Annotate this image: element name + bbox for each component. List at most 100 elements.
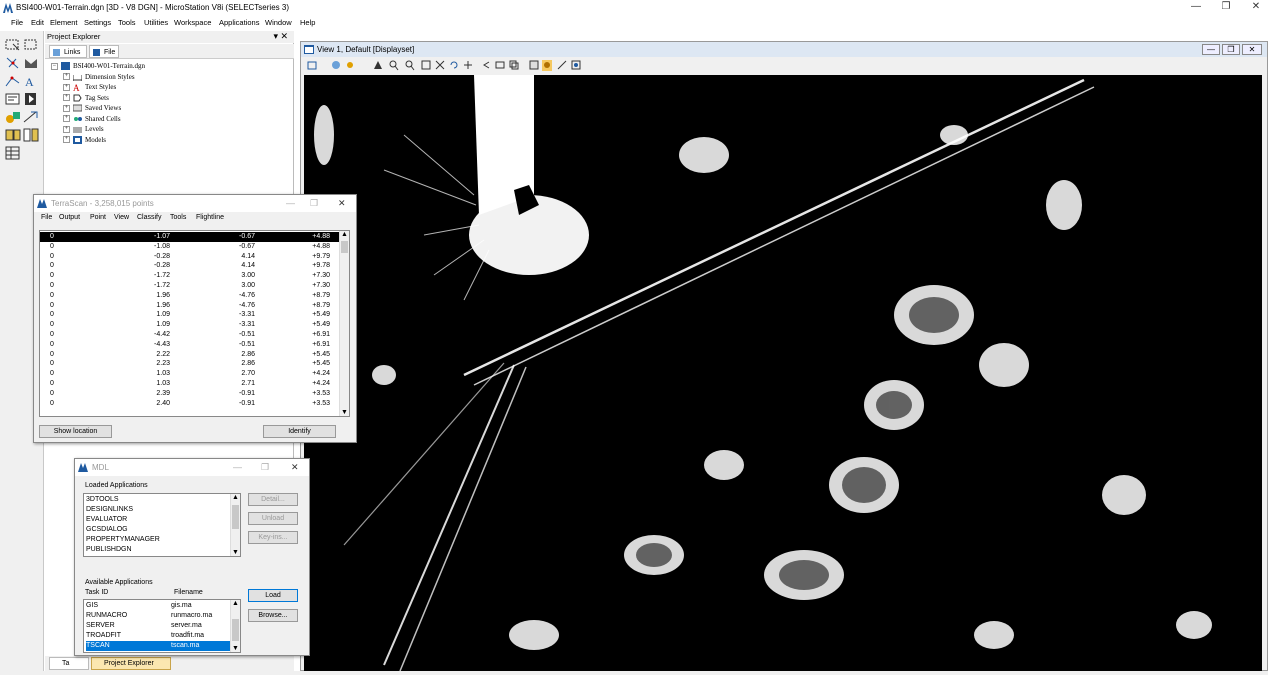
terrascan-maximize-button[interactable]: ❐ <box>310 195 318 212</box>
element-selection-icon[interactable] <box>4 37 22 53</box>
mdl-minimize-button[interactable]: — <box>233 459 242 476</box>
menu-element[interactable]: Element <box>50 18 78 27</box>
fence-icon[interactable] <box>22 37 40 53</box>
window-area-icon[interactable] <box>421 60 431 71</box>
clip-volume-icon[interactable] <box>529 60 539 71</box>
point-row[interactable]: 0 -0.28 4.14 +9.79 <box>40 252 340 262</box>
terrascan-close-button[interactable]: ✕ <box>338 195 346 212</box>
camera-icon[interactable] <box>542 60 552 71</box>
point-row[interactable]: 0 1.96 -4.76 +8.79 <box>40 291 340 301</box>
menu-edit[interactable]: Edit <box>31 18 44 27</box>
point-row[interactable]: 0 -1.72 3.00 +7.30 <box>40 271 340 281</box>
menu-window[interactable]: Window <box>265 18 292 27</box>
point-row[interactable]: 0 2.39 -0.91 +3.53 <box>40 389 340 399</box>
place-text-icon[interactable]: A <box>22 73 40 89</box>
ts-menu-flightline[interactable]: Flightline <box>196 214 224 221</box>
available-applications-list[interactable]: GIS gis.ma RUNMACRO runmacro.ma SERVER serv… <box>83 599 241 653</box>
tree-root[interactable]: − BSI400-W01-Terrain.dgn <box>51 61 145 71</box>
ts-menu-output[interactable]: Output <box>59 214 80 221</box>
save-view-icon[interactable] <box>571 60 581 71</box>
list-item[interactable]: 3DTOOLS <box>86 495 226 505</box>
point-row-selected[interactable]: 0 -1.07 -0.67 +4.88 <box>40 232 340 242</box>
copy-view-icon[interactable] <box>509 60 519 71</box>
place-block-icon[interactable] <box>4 91 22 107</box>
ts-menu-file[interactable]: File <box>41 214 52 221</box>
view-maximize-button[interactable]: ❐ <box>1222 44 1240 55</box>
ts-menu-tools[interactable]: Tools <box>170 214 186 221</box>
view-next-icon[interactable] <box>495 60 505 71</box>
point-row[interactable]: 0 -4.42 -0.51 +6.91 <box>40 330 340 340</box>
scroll-down-icon[interactable]: ▼ <box>232 549 239 556</box>
loaded-list-scrollbar[interactable]: ▲ ▼ <box>230 494 240 556</box>
ts-menu-view[interactable]: View <box>114 214 129 221</box>
scroll-thumb[interactable] <box>341 241 348 253</box>
terrascan-minimize-button[interactable]: — <box>286 195 295 212</box>
zoom-out-icon[interactable] <box>405 60 415 71</box>
view-close-button[interactable]: ✕ <box>1242 44 1262 55</box>
menu-workspace[interactable]: Workspace <box>174 18 211 27</box>
scroll-thumb[interactable] <box>232 619 239 641</box>
scroll-up-icon[interactable]: ▲ <box>341 231 348 238</box>
tab-links[interactable]: Links <box>49 45 87 58</box>
tree-item[interactable]: + Levels <box>63 124 104 134</box>
tree-item[interactable]: + Saved Views <box>63 103 121 113</box>
loaded-applications-list[interactable]: 3DTOOLS DESIGNLINKS EVALUATOR GCSDIALOG … <box>83 493 241 557</box>
menu-settings[interactable]: Settings <box>84 18 111 27</box>
scroll-down-icon[interactable]: ▼ <box>232 645 239 652</box>
load-button[interactable]: Load <box>248 589 298 602</box>
table-icon[interactable] <box>4 145 22 161</box>
table-row[interactable]: GIS gis.ma <box>86 601 230 611</box>
measure-icon[interactable] <box>4 127 22 143</box>
minimize-button[interactable]: — <box>1186 1 1206 14</box>
scroll-up-icon[interactable]: ▲ <box>232 494 239 501</box>
menu-tools[interactable]: Tools <box>118 18 136 27</box>
zoom-in-icon[interactable] <box>389 60 399 71</box>
point-row[interactable]: 0 1.09 -3.31 +5.49 <box>40 320 340 330</box>
available-list-scrollbar[interactable]: ▲ ▼ <box>230 600 240 652</box>
maximize-button[interactable]: ❐ <box>1216 1 1236 14</box>
view-attributes-icon[interactable] <box>307 60 317 71</box>
point-row[interactable]: 0 1.09 -3.31 +5.49 <box>40 310 340 320</box>
point-row[interactable]: 0 2.22 2.86 +5.45 <box>40 350 340 360</box>
tree-item[interactable]: + Shared Cells <box>63 114 121 124</box>
mdl-maximize-button[interactable]: ❐ <box>261 459 269 476</box>
tree-item[interactable]: + Models <box>63 135 106 145</box>
menu-applications[interactable]: Applications <box>219 18 259 27</box>
place-shape-icon[interactable] <box>22 55 40 71</box>
place-line-icon[interactable] <box>4 73 22 89</box>
point-row[interactable]: 0 1.03 2.71 +4.24 <box>40 379 340 389</box>
keyins-button[interactable]: Key-ins... <box>248 531 298 544</box>
detail-button[interactable]: Detail... <box>248 493 298 506</box>
point-row[interactable]: 0 -1.08 -0.67 +4.88 <box>40 242 340 252</box>
update-icon[interactable] <box>373 60 383 71</box>
list-item[interactable]: PUBLISHDGN <box>86 545 226 555</box>
view-previous-icon[interactable] <box>481 60 491 71</box>
point-row[interactable]: 0 1.03 2.70 +4.24 <box>40 369 340 379</box>
scroll-up-icon[interactable]: ▲ <box>232 600 239 607</box>
point-row[interactable]: 0 2.40 -0.91 +3.53 <box>40 399 340 409</box>
scroll-down-icon[interactable]: ▼ <box>341 409 348 416</box>
table-row[interactable]: SERVER server.ma <box>86 621 230 631</box>
point-row[interactable]: 0 -4.43 -0.51 +6.91 <box>40 340 340 350</box>
tree-item[interactable]: + Tag Sets <box>63 93 109 103</box>
view-minimize-button[interactable]: — <box>1202 44 1220 55</box>
place-cell-icon[interactable] <box>22 91 40 107</box>
tab-ta[interactable]: Ta <box>49 657 89 670</box>
point-row[interactable]: 0 1.96 -4.76 +8.79 <box>40 301 340 311</box>
close-button[interactable]: ✕ <box>1246 1 1266 14</box>
tab-project-explorer[interactable]: Project Explorer <box>91 657 171 670</box>
unload-button[interactable]: Unload <box>248 512 298 525</box>
point-row[interactable]: 0 2.23 2.86 +5.45 <box>40 359 340 369</box>
point-cloud-canvas[interactable] <box>304 75 1262 671</box>
show-location-button[interactable]: Show location <box>39 425 112 438</box>
ts-menu-point[interactable]: Point <box>90 214 106 221</box>
fit-view-icon[interactable] <box>435 60 445 71</box>
point-row[interactable]: 0 -1.72 3.00 +7.30 <box>40 281 340 291</box>
pan-view-icon[interactable] <box>463 60 473 71</box>
filename-column-header[interactable]: Filename <box>174 589 203 596</box>
tree-item[interactable]: + Dimension Styles <box>63 72 135 82</box>
list-item[interactable]: GCSDIALOG <box>86 525 226 535</box>
manipulate-icon[interactable] <box>4 109 22 125</box>
point-list[interactable]: 0 -1.07 -0.67 +4.88 0 -1.08 -0.67 +4.88 0 -0.28 4.… <box>39 230 350 417</box>
tab-file[interactable]: File <box>89 45 119 58</box>
